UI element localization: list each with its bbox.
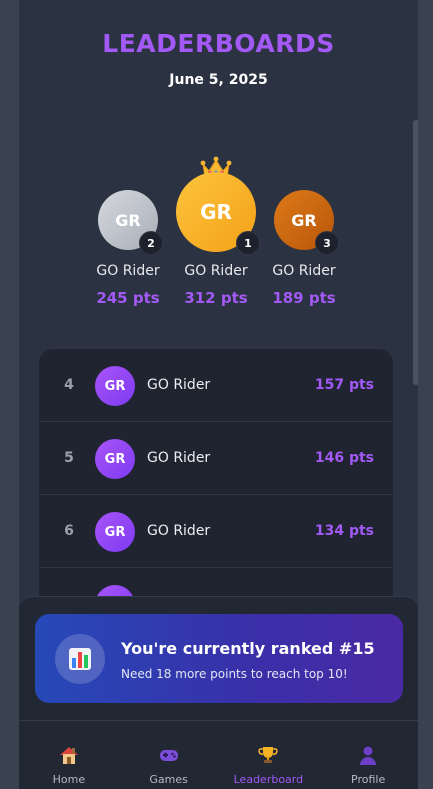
rank-number: 5 (64, 450, 74, 466)
nav-label: Leaderboard (233, 773, 304, 786)
nav-label: Games (149, 773, 188, 786)
player-name: GO Rider (147, 377, 211, 393)
player-name: GO Rider (147, 523, 211, 539)
date-label: June 5, 2025 (169, 72, 268, 88)
nav-label: Home (52, 773, 86, 786)
avatar: GR (95, 512, 135, 552)
rank-badge: 3 (315, 231, 339, 255)
avatar: GR (95, 366, 135, 406)
page-title: LEADERBOARDS (102, 29, 335, 58)
player-name: GO Rider (147, 450, 211, 466)
nav-games[interactable]: Games (119, 721, 219, 789)
user-icon (360, 746, 377, 765)
current-rank-card[interactable]: You're currently ranked #15 Need 18 more… (35, 614, 403, 703)
leaderboard-screen: LEADERBOARDS June 5, 2025 GR 2 GO Rider … (19, 0, 418, 789)
player-points: 189 pts (272, 289, 336, 307)
player-points: 146 pts (314, 450, 374, 466)
rank-number: 6 (64, 523, 74, 539)
player-name: GO Rider (272, 263, 336, 279)
list-item[interactable]: 5 GR GO Rider 146 pts (39, 422, 393, 495)
rank-subtitle: Need 18 more points to reach top 10! (121, 667, 348, 681)
rank-badge: 2 (139, 231, 163, 255)
nav-leaderboard[interactable]: Leaderboard (219, 721, 319, 789)
rank-title: You're currently ranked #15 (121, 639, 375, 658)
bottom-nav: Home Games Leaderboard Profile (19, 721, 418, 789)
scrollbar[interactable] (413, 120, 418, 385)
rank-badge: 1 (236, 231, 260, 255)
nav-home[interactable]: Home (19, 721, 119, 789)
home-icon (59, 747, 78, 764)
bar-chart-icon (55, 634, 105, 684)
nav-profile[interactable]: Profile (318, 721, 418, 789)
player-points: 157 pts (314, 377, 374, 393)
list-item[interactable]: 4 GR GO Rider 157 pts (39, 349, 393, 422)
bottom-panel: You're currently ranked #15 Need 18 more… (19, 596, 418, 789)
player-points: 134 pts (314, 523, 374, 539)
trophy-icon (258, 747, 278, 763)
list-item[interactable]: 6 GR GO Rider 134 pts (39, 495, 393, 568)
avatar: GR (95, 439, 135, 479)
gamepad-icon (159, 750, 178, 761)
nav-label: Profile (351, 773, 386, 786)
rank-number: 4 (64, 377, 74, 393)
